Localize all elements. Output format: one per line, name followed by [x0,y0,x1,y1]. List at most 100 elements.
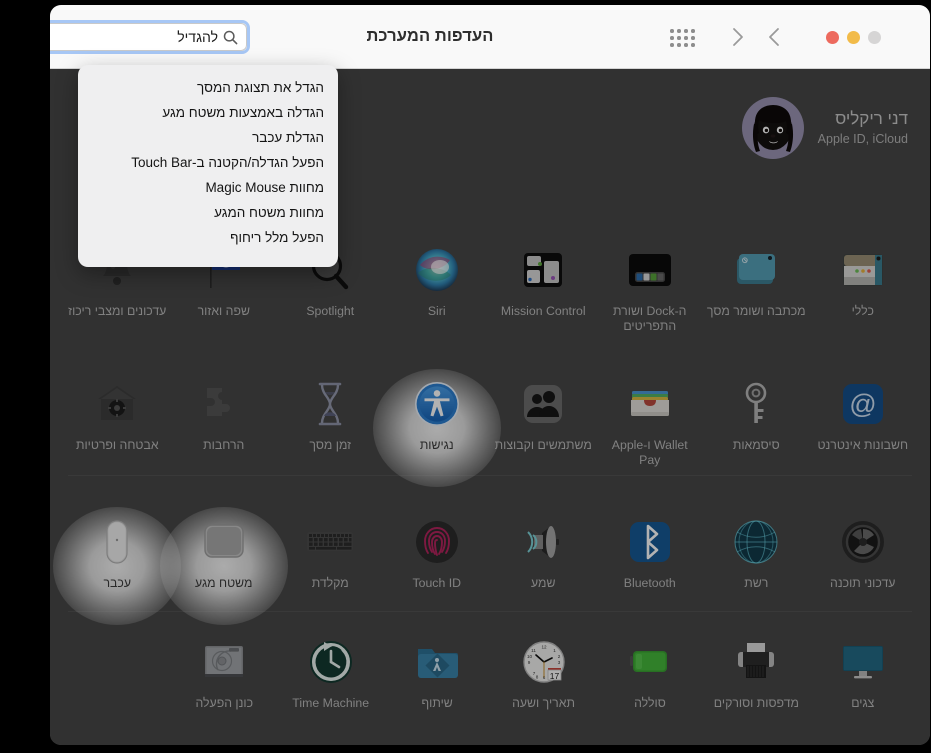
pane-sharing[interactable]: שיתוף [384,629,490,745]
pane-time-machine[interactable]: Time Machine [277,629,383,745]
pane-startup-disk[interactable]: כונן הפעלה [171,629,277,745]
svg-text:2: 2 [557,654,560,659]
pane-label: צגים [851,696,875,710]
date-time-clock-icon: 1213 567 91124108 17 [519,637,569,687]
pane-siri[interactable]: Siri [384,237,491,355]
suggestion-item[interactable]: הפעל הגדלה/הקטנה ב-Touch Bar [88,150,324,175]
pane-label: Siri [427,304,446,318]
zoom-button[interactable] [868,31,881,44]
pane-screen-time[interactable]: זמן מסך [277,371,384,489]
trackpad-icon [199,517,249,567]
svg-text:3: 3 [557,660,560,665]
sound-icon [518,517,568,567]
pane-wallet-apple-pay[interactable]: Wallet ו-Apple Pay [597,371,704,489]
pane-label: שיתוף [421,696,453,710]
minimize-button[interactable] [847,31,860,44]
navigation-buttons[interactable] [726,25,786,49]
pane-network[interactable]: רשת [703,509,810,627]
back-chevron-icon[interactable] [764,25,786,49]
pane-row-2: @ חשבונות אינטרנט סיסמאות Wallet ו-Apple… [64,371,916,489]
suggestion-item[interactable]: הפעל מלל ריחוף [88,225,324,250]
pane-dock-menubar[interactable]: ה-Dock ושורת התפריטים [597,237,704,355]
search-icon [223,30,238,45]
pane-keyboard[interactable]: מקלדת [277,509,384,627]
battery-icon [625,637,675,687]
window-controls[interactable] [826,31,881,44]
svg-text:9: 9 [527,660,530,665]
pane-general[interactable]: כללי [810,237,917,355]
pane-users-groups[interactable]: משתמשים וקבוצות [490,371,597,489]
pane-label: Spotlight [306,304,355,318]
pane-label: שפה ואזור [197,304,250,318]
search-input[interactable]: להגדיל [50,29,218,45]
accessibility-icon [412,379,462,429]
dock-icon [625,245,675,295]
pane-label: Touch ID [412,576,462,590]
screen: דני ריקליס Apple ID, iCloud כללי מכתבה ו… [0,0,931,753]
svg-text:@: @ [849,389,876,419]
pane-label: כללי [851,304,874,318]
search-box[interactable]: להגדיל ✕ [50,23,247,51]
search-suggestions-popover[interactable]: הגדל את תצוגת המסך הגדלה באמצעות משטח מג… [78,65,338,267]
network-globe-icon [731,517,781,567]
pane-mouse[interactable]: עכבר [64,509,171,627]
pane-sound[interactable]: שמע [490,509,597,627]
pane-label: סיסמאות [732,438,780,452]
pane-trackpad[interactable]: משטח מגע [171,509,278,627]
close-button[interactable] [826,31,839,44]
pane-security-privacy[interactable]: אבטחה ופרטיות [64,371,171,489]
pane-label: מקלדת [311,576,349,590]
internet-accounts-icon: @ [838,379,888,429]
pane-mission-control[interactable]: Mission Control [490,237,597,355]
show-all-grid-icon[interactable] [669,28,695,48]
general-icon [838,245,888,295]
pane-label: עדכוני תוכנה [830,576,896,590]
passwords-key-icon [731,379,781,429]
pane-label: אבטחה ופרטיות [75,438,159,452]
touch-id-icon [412,517,462,567]
pane-label: זמן מסך [309,438,352,452]
pane-desktop-screensaver[interactable]: מכתבה ושומר מסך [703,237,810,355]
desktop-screensaver-icon [731,245,781,295]
bluetooth-icon [625,517,675,567]
pane-bluetooth[interactable]: Bluetooth [597,509,704,627]
users-groups-icon [518,379,568,429]
pane-extensions[interactable]: הרחבות [171,371,278,489]
extensions-puzzle-icon [199,379,249,429]
pane-printers-scanners[interactable]: מדפסות וסורקים [703,629,809,745]
forward-chevron-icon[interactable] [726,25,748,49]
suggestion-item[interactable]: הגדלה באמצעות משטח מגע [88,100,324,125]
apple-id-account-row[interactable]: דני ריקליס Apple ID, iCloud [741,97,908,159]
pane-passwords[interactable]: סיסמאות [703,371,810,489]
account-subtitle: Apple ID, iCloud [817,132,908,146]
pane-software-update[interactable]: עדכוני תוכנה [810,509,917,627]
pane-label: עדכונים ומצבי ריכוז [68,304,167,318]
suggestion-item[interactable]: מחוות Magic Mouse [88,175,324,200]
displays-icon [838,637,888,687]
window-titlebar: העדפות המערכת להגדיל ✕ [50,5,930,69]
pane-internet-accounts[interactable]: @ חשבונות אינטרנט [810,371,917,489]
pane-label: מכתבה ושומר מסך [706,304,806,318]
pane-accessibility[interactable]: נגישות [384,371,491,489]
suggestion-item[interactable]: מחוות משטח המגע [88,200,324,225]
keyboard-icon [305,517,355,567]
svg-text:12: 12 [541,645,547,650]
pane-battery[interactable]: סוללה [597,629,703,745]
svg-text:17: 17 [549,671,559,681]
pane-label: תאריך ושעה [512,696,575,710]
pane-displays[interactable]: צגים [810,629,916,745]
pane-label: Time Machine [292,696,370,710]
suggestion-item[interactable]: הגדלת עכבר [88,125,324,150]
siri-icon [412,245,462,295]
svg-text:1: 1 [553,648,556,653]
wallet-icon [625,379,675,429]
avatar[interactable] [741,97,804,159]
suggestion-item[interactable]: הגדל את תצוגת המסך [88,75,324,100]
account-text: דני ריקליס Apple ID, iCloud [818,108,908,148]
pane-date-time[interactable]: 1213 567 91124108 17 [490,629,596,745]
svg-text:10: 10 [526,654,532,659]
search-field[interactable]: להגדיל ✕ [50,20,250,54]
pane-touch-id[interactable]: Touch ID [384,509,491,627]
pane-label: ה-Dock ושורת התפריטים [613,304,687,333]
pane-label: כונן הפעלה [195,696,254,710]
